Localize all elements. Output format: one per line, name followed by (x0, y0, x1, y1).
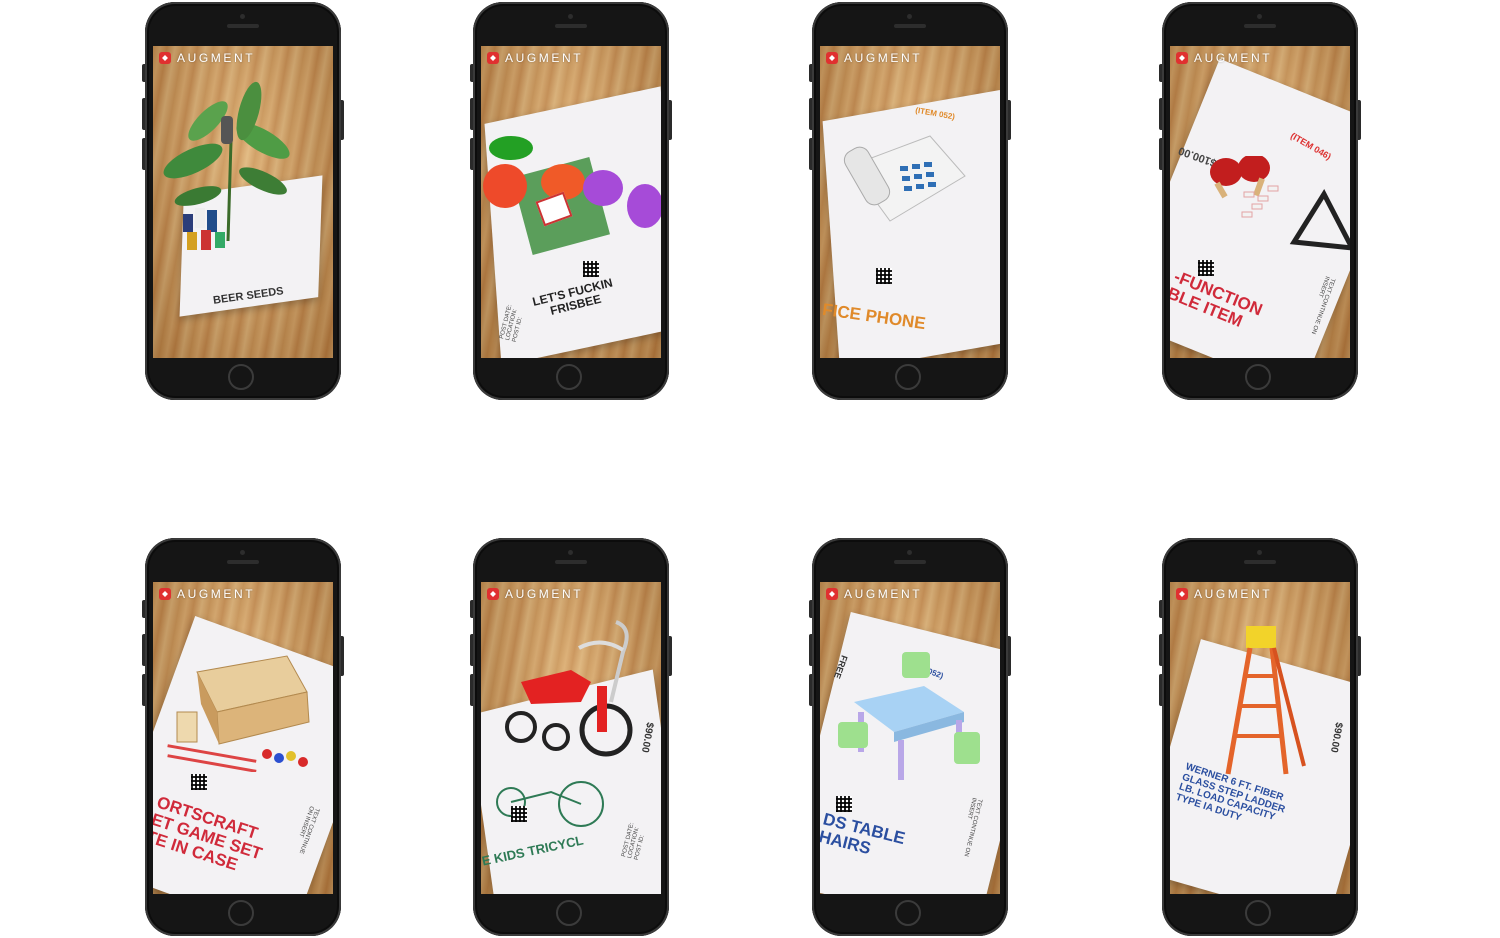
office-phone-model (840, 126, 970, 236)
home-button[interactable] (895, 900, 921, 926)
ar-screen-kids-table: AUGMENT (ITEM 052) FREE DS TABLE HAIRS T… (820, 582, 1000, 894)
augment-cube-icon (826, 52, 838, 64)
speaker-grille (555, 560, 587, 564)
game-set-case (157, 652, 329, 773)
qr-code (511, 806, 527, 822)
brand-wordmark: AUGMENT (177, 51, 256, 65)
augment-cube-icon (159, 52, 171, 64)
kids-table-chairs-model (834, 652, 994, 792)
home-button[interactable] (1245, 364, 1271, 390)
augment-cube-icon (159, 588, 171, 600)
brand-wordmark: AUGMENT (1194, 51, 1273, 65)
phone-mockup-5: AUGMENT ORTSCRAFT ET GAME SET TE IN CASE… (142, 538, 344, 936)
brand-wordmark: AUGMENT (505, 587, 584, 601)
qr-code (836, 796, 852, 812)
qr-code (1198, 260, 1214, 276)
ar-screen-pingpong: AUGMENT (ITEM 046) $100.00 -FUNCTION BLE… (1170, 46, 1350, 358)
home-button[interactable] (556, 900, 582, 926)
camera-icon (1257, 550, 1262, 555)
beer-cans (181, 204, 241, 250)
augment-logo: AUGMENT (1176, 51, 1272, 65)
augment-logo: AUGMENT (1176, 587, 1272, 601)
tricycle-model (501, 612, 651, 762)
brand-wordmark: AUGMENT (844, 587, 923, 601)
camera-icon (1257, 14, 1262, 19)
tricycle-sketch (491, 762, 611, 832)
qr-code (191, 774, 207, 790)
phone-mockup-8: AUGMENT $90.00 WERNER 6 FT. FIBER GLASS … (1159, 538, 1361, 936)
phone-mockup-7: AUGMENT (ITEM 052) FREE DS TABLE HAIRS T… (809, 538, 1011, 936)
ar-screen-tricycle: AUGMENT $90.00 E KIDS TRICYCL POST DATE:… (481, 582, 661, 894)
home-button[interactable] (228, 364, 254, 390)
speaker-grille (894, 24, 926, 28)
augment-logo: AUGMENT (826, 587, 922, 601)
augment-cube-icon (1176, 588, 1188, 600)
phone-mockup-6: AUGMENT $90.00 E KIDS TRICYCL POST DATE:… (470, 538, 672, 936)
augment-cube-icon (1176, 52, 1188, 64)
ar-screen-office-phone: AUGMENT (ITEM 052) FICE PHONE (820, 46, 1000, 358)
brand-wordmark: AUGMENT (505, 51, 584, 65)
speaker-grille (227, 24, 259, 28)
home-button[interactable] (1245, 900, 1271, 926)
camera-icon (568, 550, 573, 555)
camera-icon (240, 14, 245, 19)
home-button[interactable] (228, 900, 254, 926)
frisbee-discs (483, 136, 661, 236)
camera-icon (907, 550, 912, 555)
speaker-grille (1244, 24, 1276, 28)
camera-icon (907, 14, 912, 19)
augment-logo: AUGMENT (159, 587, 255, 601)
ar-screen-ladder: AUGMENT $90.00 WERNER 6 FT. FIBER GLASS … (1170, 582, 1350, 894)
home-button[interactable] (895, 364, 921, 390)
qr-code (876, 268, 892, 284)
augment-cube-icon (487, 52, 499, 64)
speaker-grille (555, 24, 587, 28)
phone-mockup-3: AUGMENT (ITEM 052) FICE PHONE (809, 2, 1011, 400)
phone-mockup-4: AUGMENT (ITEM 046) $100.00 -FUNCTION BLE… (1159, 2, 1361, 400)
ar-screen-frisbee: AUGMENT LET'S FUCKIN FRISBEE POST DATE: … (481, 46, 661, 358)
qr-code (583, 261, 599, 277)
brand-wordmark: AUGMENT (844, 51, 923, 65)
augment-logo: AUGMENT (159, 51, 255, 65)
brand-wordmark: AUGMENT (1194, 587, 1273, 601)
camera-icon (240, 550, 245, 555)
phone-mockup-1: AUGMENT BEER SEEDS (142, 2, 344, 400)
ar-screen-bocce: AUGMENT ORTSCRAFT ET GAME SET TE IN CASE… (153, 582, 333, 894)
speaker-grille (894, 560, 926, 564)
ar-screen-plant: AUGMENT BEER SEEDS (153, 46, 333, 358)
ping-pong-set (1184, 154, 1350, 256)
camera-icon (568, 14, 573, 19)
augment-cube-icon (487, 588, 499, 600)
home-button[interactable] (556, 364, 582, 390)
brand-wordmark: AUGMENT (177, 587, 256, 601)
augment-logo: AUGMENT (826, 51, 922, 65)
speaker-grille (1244, 560, 1276, 564)
augment-logo: AUGMENT (487, 587, 583, 601)
step-ladder-model (1220, 626, 1310, 776)
augment-logo: AUGMENT (487, 51, 583, 65)
speaker-grille (227, 560, 259, 564)
phone-mockup-2: AUGMENT LET'S FUCKIN FRISBEE POST DATE: … (470, 2, 672, 400)
augment-cube-icon (826, 588, 838, 600)
